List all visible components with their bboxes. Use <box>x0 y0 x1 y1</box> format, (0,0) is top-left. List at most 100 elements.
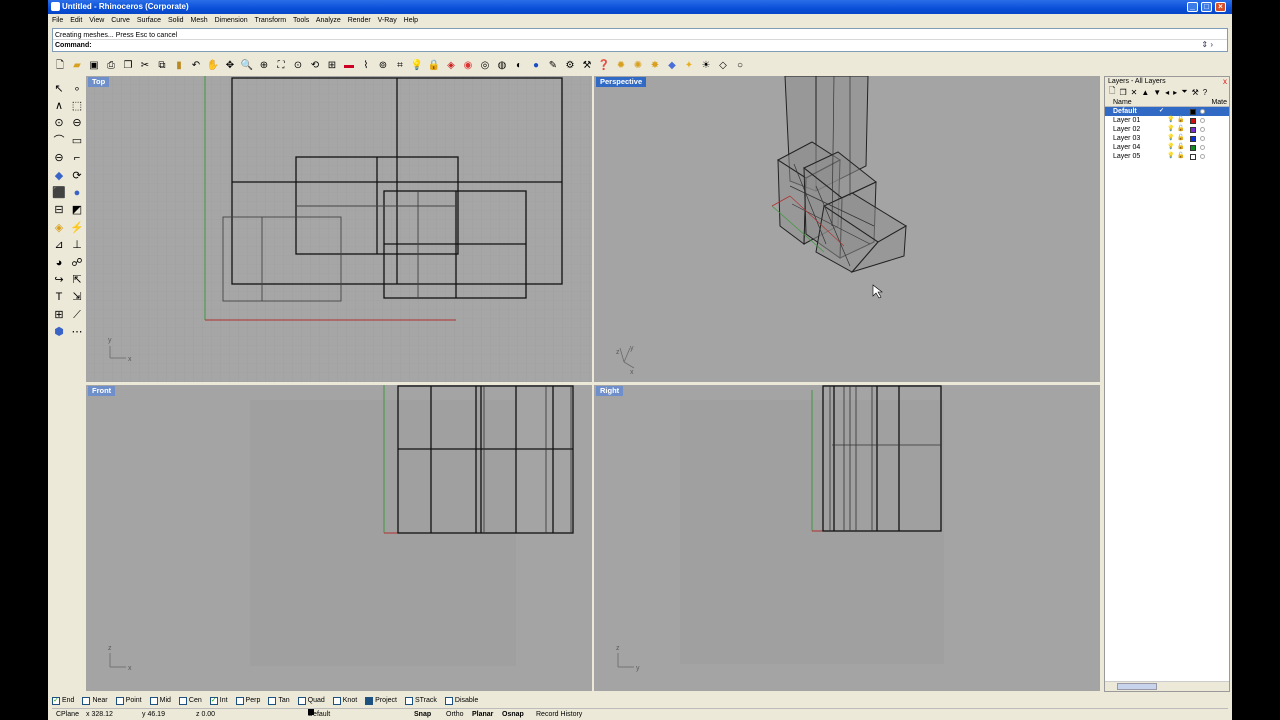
render-icon[interactable]: ◐ <box>511 58 527 74</box>
dimension-icon[interactable]: ⊿ <box>51 237 68 254</box>
command-scroll-arrows-icon[interactable]: ⇕ › <box>1201 40 1213 49</box>
color-wheel-icon[interactable]: ◉ <box>460 58 476 74</box>
move-up-icon[interactable]: ▲ <box>1141 88 1149 97</box>
viewport-layout-icon[interactable]: ⊞ <box>324 58 340 74</box>
layer-color-swatch[interactable] <box>1190 118 1196 124</box>
render-box-icon[interactable]: ⬢ <box>51 324 68 341</box>
menu-edit[interactable]: Edit <box>70 17 82 24</box>
lightbulb-icon[interactable]: 💡 <box>1167 152 1174 161</box>
zoom-window-icon[interactable]: ⊕ <box>256 58 272 74</box>
explode-icon[interactable]: ◕ <box>51 254 68 271</box>
status-planar[interactable]: Planar <box>472 709 493 720</box>
osnap-perp[interactable]: Perp <box>235 695 260 706</box>
osnap-checkbox[interactable] <box>268 696 277 705</box>
offset-icon[interactable]: ↪ <box>51 271 68 288</box>
layer-color-swatch[interactable] <box>1190 109 1196 115</box>
settings-gear-icon[interactable]: ⚙ <box>562 58 578 74</box>
unlock-icon[interactable]: 🔓 <box>1177 125 1184 134</box>
properties-icon[interactable]: ❐ <box>120 58 136 74</box>
osnap-knot[interactable]: Knot <box>332 695 357 706</box>
paste-icon[interactable]: ▮ <box>171 58 187 74</box>
boolean-icon[interactable]: ◈ <box>51 219 68 236</box>
osnap-checkbox[interactable] <box>365 696 374 705</box>
layers-horizontal-scrollbar[interactable] <box>1105 681 1229 691</box>
material-icon[interactable] <box>1200 136 1205 141</box>
viewport-label-front[interactable]: Front <box>88 386 116 396</box>
pan-icon[interactable]: ✋ <box>205 58 221 74</box>
undo-icon[interactable]: ↶ <box>188 58 204 74</box>
zoom-extents-icon[interactable]: ⛶ <box>273 58 289 74</box>
select-points-icon[interactable]: ⊚ <box>375 58 391 74</box>
osnap-checkbox[interactable]: ✓ <box>209 696 218 705</box>
menu-help[interactable]: Help <box>404 17 418 24</box>
osnap-checkbox[interactable]: ✓ <box>52 696 60 705</box>
layer-tools-icon[interactable]: ⚒ <box>1192 88 1199 97</box>
menu-file[interactable]: File <box>52 17 63 24</box>
point-icon[interactable]: ∘ <box>69 80 86 97</box>
layer-icon[interactable]: ◈ <box>443 58 459 74</box>
light-icon[interactable]: 💡 <box>409 58 425 74</box>
menu-dimension[interactable]: Dimension <box>215 17 248 24</box>
menu-render[interactable]: Render <box>348 17 371 24</box>
vray-sphere-icon[interactable]: ○ <box>732 58 748 74</box>
delete-layer-icon[interactable]: ✕ <box>1131 88 1138 97</box>
expand-icon[interactable]: ▸ <box>1173 88 1177 97</box>
copy-icon[interactable]: ⧉ <box>154 58 170 74</box>
unlock-icon[interactable]: 🔓 <box>1177 143 1184 152</box>
mesh-icon[interactable]: ⚡ <box>69 219 86 236</box>
cylinder-icon[interactable]: ⊟ <box>51 202 68 219</box>
layer-row-default[interactable]: Default ✓ <box>1105 107 1229 116</box>
layer-row-04[interactable]: Layer 04 💡 🔓 <box>1105 143 1229 152</box>
new-icon[interactable]: 🗋 <box>52 58 68 74</box>
rectangle-select-icon[interactable]: ⬚ <box>69 98 86 115</box>
material-icon[interactable] <box>1200 109 1205 114</box>
osnap-checkbox[interactable] <box>149 696 158 705</box>
grid-icon[interactable]: ⌇ <box>358 58 374 74</box>
lock-icon[interactable]: 🔒 <box>426 58 442 74</box>
osnap-checkbox[interactable] <box>404 696 413 705</box>
osnap-mid[interactable]: Mid <box>149 695 171 706</box>
fillet-icon[interactable]: ⌐ <box>69 150 86 167</box>
minimize-button[interactable]: _ <box>1187 2 1198 12</box>
measure-icon[interactable]: ✎ <box>545 58 561 74</box>
lightbulb-icon[interactable]: 💡 <box>1167 116 1174 125</box>
trim-icon[interactable]: ⊥ <box>69 237 86 254</box>
vray-frame-icon[interactable]: ◆ <box>664 58 680 74</box>
zoom-icon[interactable]: 🔍 <box>239 58 255 74</box>
layer-color-swatch[interactable] <box>1190 145 1196 151</box>
status-cplane[interactable]: CPlane <box>56 709 79 720</box>
shade-icon[interactable]: ◍ <box>494 58 510 74</box>
osnap-checkbox[interactable] <box>235 696 244 705</box>
new-layer-icon[interactable]: 🗋 <box>1109 85 1115 99</box>
save-icon[interactable]: ▣ <box>86 58 102 74</box>
scrollbar-thumb[interactable] <box>1117 683 1157 690</box>
options-icon[interactable]: ⚒ <box>579 58 595 74</box>
command-prompt[interactable]: Command: <box>55 41 92 50</box>
rotate-view-icon[interactable]: ✥ <box>222 58 238 74</box>
osnap-disable[interactable]: Disable <box>444 695 478 706</box>
vray-tag-icon[interactable]: ◇ <box>715 58 731 74</box>
move-icon[interactable]: ⇱ <box>69 271 86 288</box>
viewport-top[interactable]: y x Top <box>86 76 592 382</box>
box-icon[interactable]: ⬛ <box>51 185 68 202</box>
status-record-history[interactable]: Record History <box>536 709 582 720</box>
revolve-icon[interactable]: ⟳ <box>69 167 86 184</box>
column-material[interactable]: Mate <box>1211 98 1227 107</box>
osnap-checkbox[interactable] <box>444 696 453 705</box>
viewport-right[interactable]: z y Right <box>594 385 1100 691</box>
osnap-end[interactable]: ✓ End <box>52 695 74 706</box>
layers-close-icon[interactable]: x <box>1223 77 1227 86</box>
material-icon[interactable] <box>1200 145 1205 150</box>
surface-icon[interactable]: ◆ <box>51 167 68 184</box>
select-arrow-icon[interactable]: ↖ <box>51 80 68 97</box>
menu-tools[interactable]: Tools <box>293 17 309 24</box>
material-icon[interactable] <box>1200 118 1205 123</box>
osnap-point[interactable]: Point <box>115 695 142 706</box>
lightbulb-icon[interactable]: 💡 <box>1167 125 1174 134</box>
loft-icon[interactable]: ◩ <box>69 202 86 219</box>
show-points-icon[interactable]: ⌗ <box>392 58 408 74</box>
status-osnap[interactable]: Osnap <box>502 709 524 720</box>
close-button[interactable]: × <box>1215 2 1226 12</box>
status-snap[interactable]: Snap <box>414 709 431 720</box>
layer-row-05[interactable]: Layer 05 💡 🔓 <box>1105 152 1229 161</box>
